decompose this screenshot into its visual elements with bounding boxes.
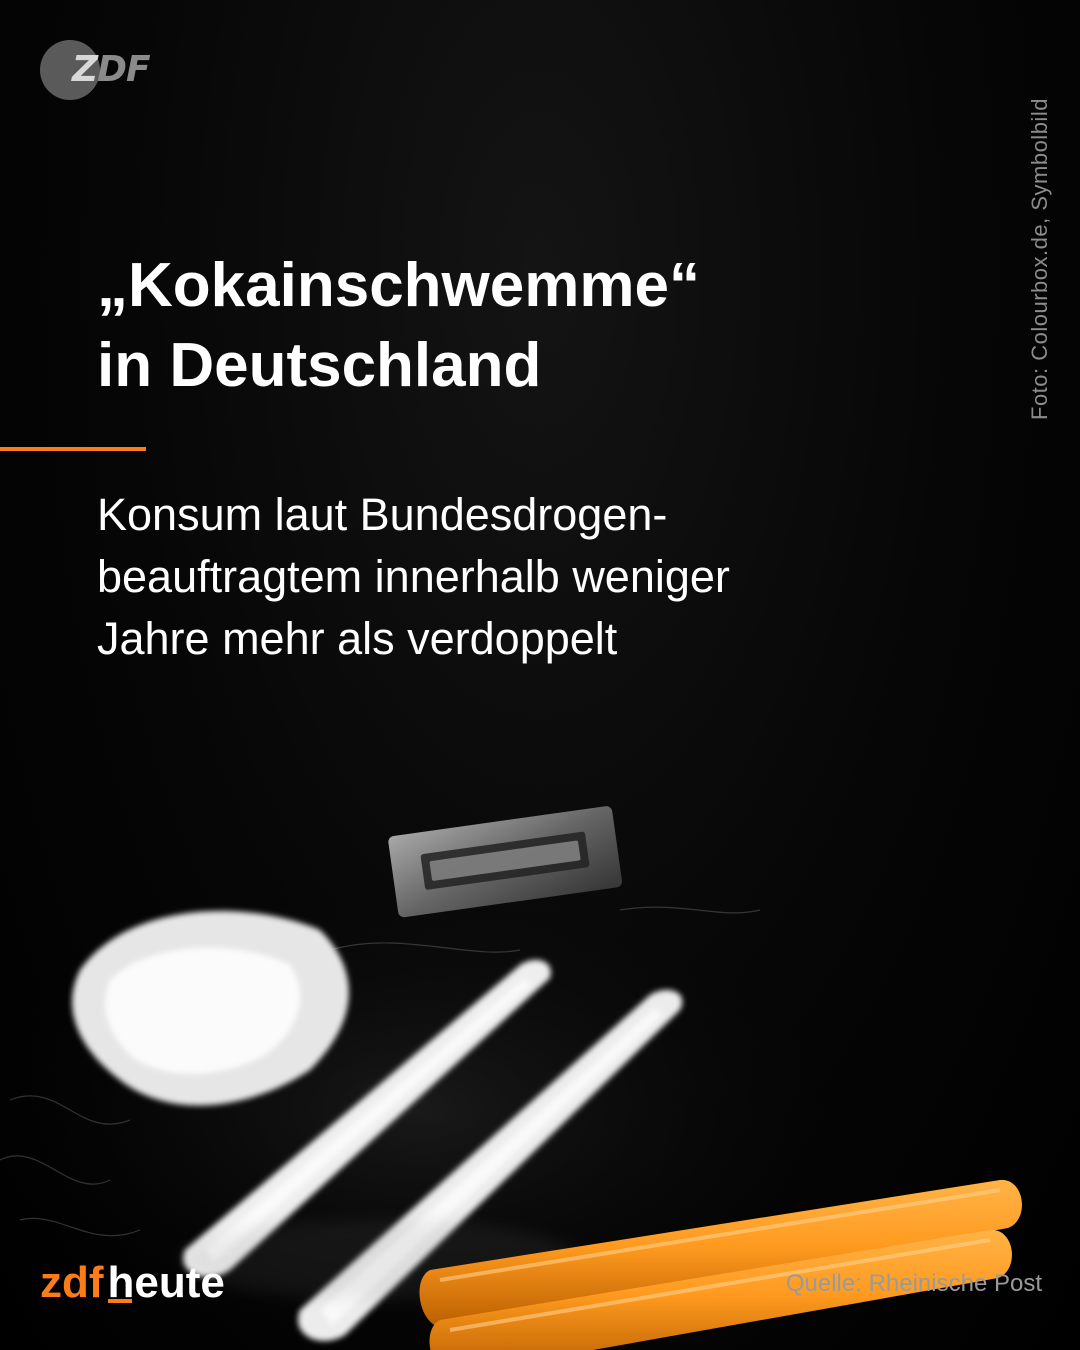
- headline-line-1: „Kokainschwemme“: [97, 251, 700, 320]
- headline: „Kokainschwemme“ in Deutschland: [97, 246, 957, 406]
- brand-zdf: zdf: [40, 1258, 104, 1307]
- subline: Konsum laut Bundesdrogen- beauftragtem i…: [97, 484, 1027, 670]
- brand-heute-wrap: heute: [107, 1258, 225, 1307]
- subline-line-1: Konsum laut Bundesdrogen-: [97, 489, 668, 540]
- photo-credit: Foto: Colourbox.de, Symbolbild: [1027, 98, 1052, 420]
- headline-line-2: in Deutschland: [97, 331, 542, 400]
- source-credit: Quelle: Rheinische Post: [785, 1270, 1042, 1297]
- zdf-logo: ZDF: [40, 40, 151, 100]
- subline-line-3: Jahre mehr als verdoppelt: [97, 613, 618, 664]
- accent-divider: [0, 447, 146, 451]
- zdfheute-logo: zdf heute: [40, 1253, 225, 1313]
- zdf-logo-text: ZDF: [72, 49, 151, 90]
- subline-line-2: beauftragtem innerhalb weniger: [97, 551, 730, 602]
- news-card: ZDF Foto: Colourbox.de, Symbolbild „Koka…: [0, 0, 1080, 1350]
- brand-underscore: [107, 1299, 132, 1303]
